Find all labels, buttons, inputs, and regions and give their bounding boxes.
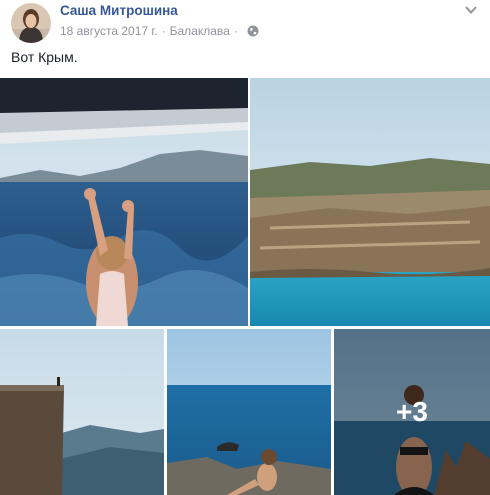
photo-image xyxy=(0,329,164,495)
chevron-down-icon[interactable] xyxy=(464,4,478,16)
photo-image xyxy=(0,78,248,326)
photo-image xyxy=(250,78,490,326)
globe-icon[interactable] xyxy=(247,25,259,37)
meta-separator: · xyxy=(161,24,166,38)
photo-2[interactable] xyxy=(250,78,490,326)
meta-separator: · xyxy=(233,24,238,38)
post-date[interactable]: 18 августа 2017 г. xyxy=(60,24,158,38)
post-meta: 18 августа 2017 г. · Балаклава · xyxy=(60,24,259,38)
photo-5[interactable]: +3 xyxy=(334,329,490,495)
post-text: Вот Крым. xyxy=(11,49,78,65)
author-name[interactable]: Саша Митрошина xyxy=(60,3,178,18)
avatar-image xyxy=(11,3,51,43)
post-location[interactable]: Балаклава xyxy=(170,24,230,38)
avatar[interactable] xyxy=(11,3,51,43)
photo-image xyxy=(167,329,331,495)
photo-4[interactable] xyxy=(167,329,331,495)
photo-1[interactable] xyxy=(0,78,248,326)
photo-3[interactable] xyxy=(0,329,164,495)
more-photos-overlay[interactable]: +3 xyxy=(334,329,490,495)
post-header: Саша Митрошина 18 августа 2017 г. · Бала… xyxy=(0,0,490,44)
